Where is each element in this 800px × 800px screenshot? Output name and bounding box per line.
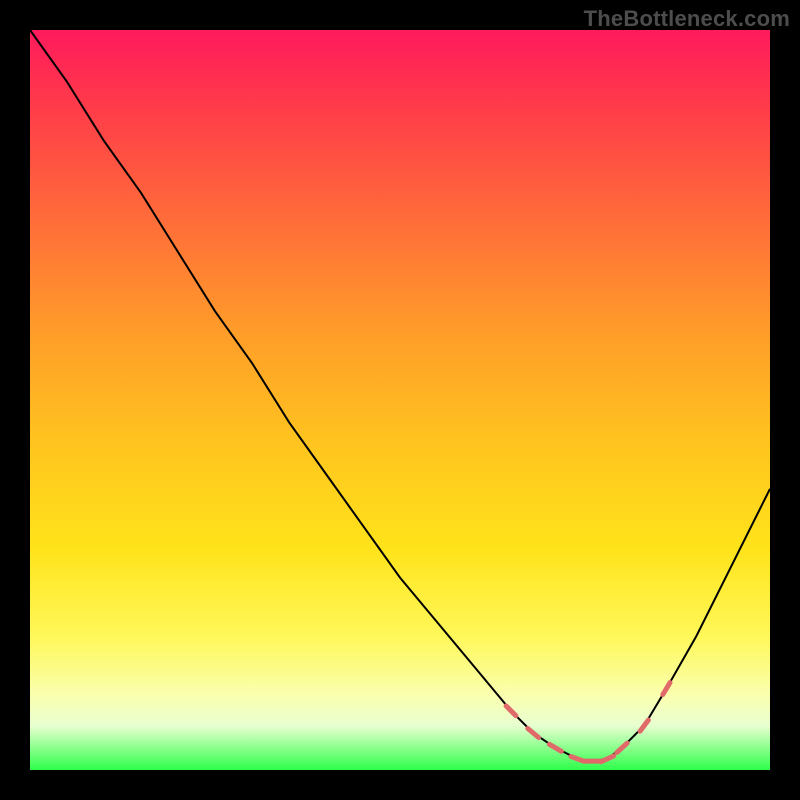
watermark-text: TheBottleneck.com — [584, 6, 790, 32]
valley-tick — [549, 744, 561, 751]
valley-tick — [617, 743, 627, 752]
valley-tick — [571, 757, 584, 762]
valley-tick — [663, 683, 670, 695]
valley-markers — [506, 683, 670, 762]
plot-area — [30, 30, 770, 770]
chart-frame: TheBottleneck.com — [0, 0, 800, 800]
bottleneck-curve — [30, 30, 770, 761]
valley-tick — [528, 729, 539, 738]
valley-tick — [640, 720, 648, 731]
plot-svg — [30, 30, 770, 770]
valley-tick — [601, 756, 614, 762]
valley-tick — [506, 706, 516, 716]
